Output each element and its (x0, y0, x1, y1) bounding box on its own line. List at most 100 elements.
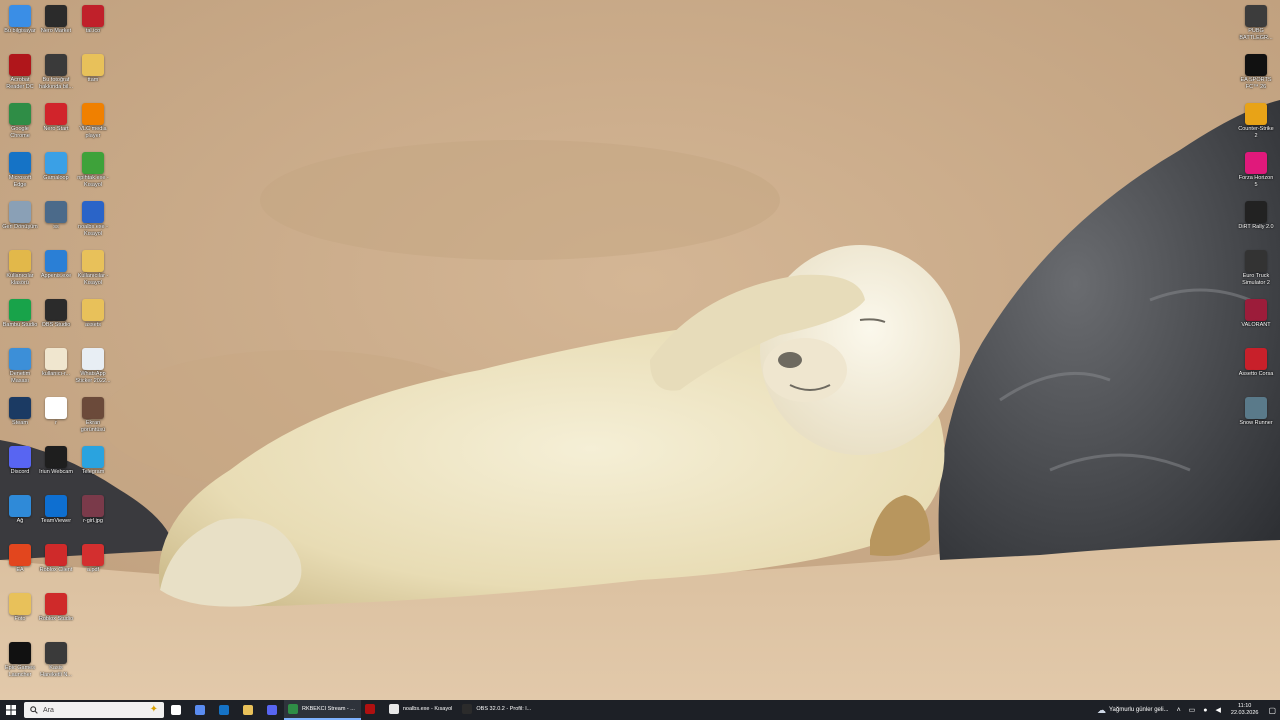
green-app-icon (82, 152, 104, 174)
desktop-icon[interactable]: tal.ico (75, 5, 111, 35)
photo-icon (82, 397, 104, 419)
desktop-icon[interactable]: Appenis.exe (38, 250, 74, 280)
desktop-icon[interactable]: Telegram (75, 446, 111, 476)
desktop-icon[interactable]: Kullanıcılar klasörü (2, 250, 38, 286)
desktop-icon[interactable]: VALORANT (1238, 299, 1274, 329)
desktop-icon[interactable]: Euro Truck Simulator 2 (1238, 250, 1274, 286)
clock-time: 11:10 (1237, 703, 1252, 709)
desktop-icon[interactable]: Roblox Studio (38, 593, 74, 623)
cs2-icon (1245, 103, 1267, 125)
taskbar-app-button[interactable]: OBS 32.0.2 - Profil: l... (458, 700, 537, 720)
desktop-icon[interactable]: Google Chrome (2, 103, 38, 139)
desktop-icon[interactable]: a.pdf (75, 544, 111, 574)
desktop-icon[interactable]: assets (75, 299, 111, 329)
desktop-icon[interactable]: Assetto Corsa (1238, 348, 1274, 378)
desktop-icon[interactable]: Counter-Strike 2 (1238, 103, 1274, 139)
desktop-icon[interactable]: VLC media player (75, 103, 111, 139)
taskbar-app-button[interactable]: noalbs.exe - Kısayol (385, 700, 459, 720)
window-app-icon (82, 201, 104, 223)
file-explorer-icon-glyph (243, 705, 253, 715)
desktop-icon[interactable]: Roblox Client (38, 544, 74, 574)
desktop-icon[interactable]: ttam (75, 54, 111, 84)
desktop-icon-label: ttam (87, 77, 99, 83)
search-highlight-icon: ✦ (149, 704, 158, 715)
desktop-icon-label: Euro Truck Simulator 2 (1242, 273, 1270, 286)
desktop-icon[interactable]: noalbs.exe - Kısayol (75, 201, 111, 237)
desktop-icon[interactable]: Nero Start (38, 103, 74, 133)
desktop-icon[interactable]: Denetim Masası (2, 348, 38, 384)
desktop-icon[interactable]: Kasis Hareketli N... (38, 642, 74, 678)
desktop-icon[interactable]: EA (2, 544, 38, 574)
desktop-icon[interactable]: Discord (2, 446, 38, 476)
desktop-icon[interactable]: Gamaloop (38, 152, 74, 182)
desktop-icon[interactable]: kullanıcı-r... (38, 348, 74, 378)
system-tray: ☁ Yağmurlu günler geli... ˄ ▭ ● ◀ 11:10 … (1093, 700, 1280, 720)
desktop-icon-label: Acrobat Reader DC (6, 77, 34, 90)
desktop-icon[interactable]: Microsoft Edge (2, 152, 38, 188)
taskbar-clock[interactable]: 11:10 22.03.2026 (1225, 703, 1265, 717)
desktop-icon[interactable]: Kullanıcılar - Kısayol (75, 250, 111, 286)
edge-icon[interactable] (212, 700, 236, 720)
desktop-icon[interactable]: WhatsApp Sticker 2022... (75, 348, 111, 384)
telegram-icon (82, 446, 104, 468)
desktop-icon-label: Microsoft Edge (8, 175, 32, 188)
desktop-icon[interactable]: OBS Studio (38, 299, 74, 329)
desktop-icon[interactable]: DiRT Rally 2.0 (1238, 201, 1274, 231)
discord-icon[interactable] (260, 700, 284, 720)
desktop-icon[interactable]: TeamViewer (38, 495, 74, 525)
desktop-icon[interactable]: Steam (2, 397, 38, 427)
windows-start-icon[interactable] (0, 700, 22, 720)
desktop-icon[interactable]: npihtak.exe - Kısayol (75, 152, 111, 188)
task-view-icon[interactable] (164, 700, 188, 720)
mic-tray-icon[interactable]: ● (1199, 707, 1211, 714)
desktop-icon[interactable]: Foto (2, 593, 38, 623)
desktop-icon[interactable] (75, 593, 111, 616)
desktop-icon-label: Denetim Masası (9, 371, 31, 384)
forza-icon (1245, 152, 1267, 174)
edge-icon (9, 152, 31, 174)
desktop-icon[interactable]: ss (38, 201, 74, 231)
dirt-icon (1245, 201, 1267, 223)
desktop-icon-label: EA SPORTS FC™ 26 (1240, 77, 1272, 90)
desktop-icon[interactable]: Acrobat Reader DC (2, 54, 38, 90)
desktop-icon[interactable]: r (38, 397, 74, 427)
chevron-up-icon: ˄ (1176, 706, 1181, 714)
desktop-icon[interactable]: Bu bilgisayar (2, 5, 38, 35)
desktop-icon[interactable]: r-girl.jpg (75, 495, 111, 525)
window-app-icon (388, 704, 399, 714)
desktop-icon-label: kullanıcı-r... (41, 371, 71, 377)
desktop-icon[interactable]: Iriun Webcam (38, 446, 74, 476)
desktop-icon[interactable]: EA SPORTS FC™ 26 (1238, 54, 1274, 90)
red-badge-icon (82, 5, 104, 27)
desktop-icon[interactable]: PUBG BATTLEGR... (1238, 5, 1274, 41)
desktop-icon[interactable]: Bu fotoğraf hakkında bil... (38, 54, 74, 90)
taskbar-app-button[interactable] (361, 700, 385, 720)
taskbar-pinned-apps (164, 700, 284, 720)
desktop-icon[interactable]: Bambu Studio (2, 299, 38, 329)
blue-tool-icon (45, 250, 67, 272)
fc26-icon (1245, 54, 1267, 76)
volume-tray-icon[interactable]: ◀ (1212, 706, 1225, 714)
desktop-icon[interactable]: Snow Runner (1238, 397, 1274, 427)
desktop-icon-label: Epic Games Launcher (5, 665, 35, 678)
desktop-icon[interactable]: Nero Market (38, 5, 74, 35)
desktop-icon[interactable]: Geri Dönüşüm (2, 201, 38, 231)
taskbar-search-input[interactable]: Ara ✦ (24, 702, 164, 718)
taskbar-app-button[interactable]: RKBEKCI Stream - ... (284, 700, 361, 720)
weather-widget[interactable]: ☁ Yağmurlu günler geli... (1093, 705, 1173, 716)
show-hidden-icons[interactable]: ˄ (1173, 707, 1185, 714)
desktop-icon-label: Telegram (81, 469, 105, 475)
vlc-icon (82, 103, 104, 125)
snowrunner-icon (1245, 397, 1267, 419)
file-explorer-icon[interactable] (236, 700, 260, 720)
taskbar-app-label: OBS 32.0.2 - Profil: l... (476, 706, 532, 712)
network-tray-icon[interactable]: ▭ (1185, 706, 1200, 714)
desktop-icon[interactable]: Ağ (2, 495, 38, 525)
desktop-icon[interactable]: Forza Horizon 5 (1238, 152, 1274, 188)
desktop-icon[interactable]: Ekran görüntüsü (75, 397, 111, 433)
copilot-icon[interactable] (188, 700, 212, 720)
desktop-icon[interactable]: Epic Games Launcher (2, 642, 38, 678)
chrome-icon (288, 704, 298, 714)
notifications-button[interactable]: ▢ (1264, 706, 1280, 715)
volume-icon: ◀ (1215, 707, 1221, 714)
